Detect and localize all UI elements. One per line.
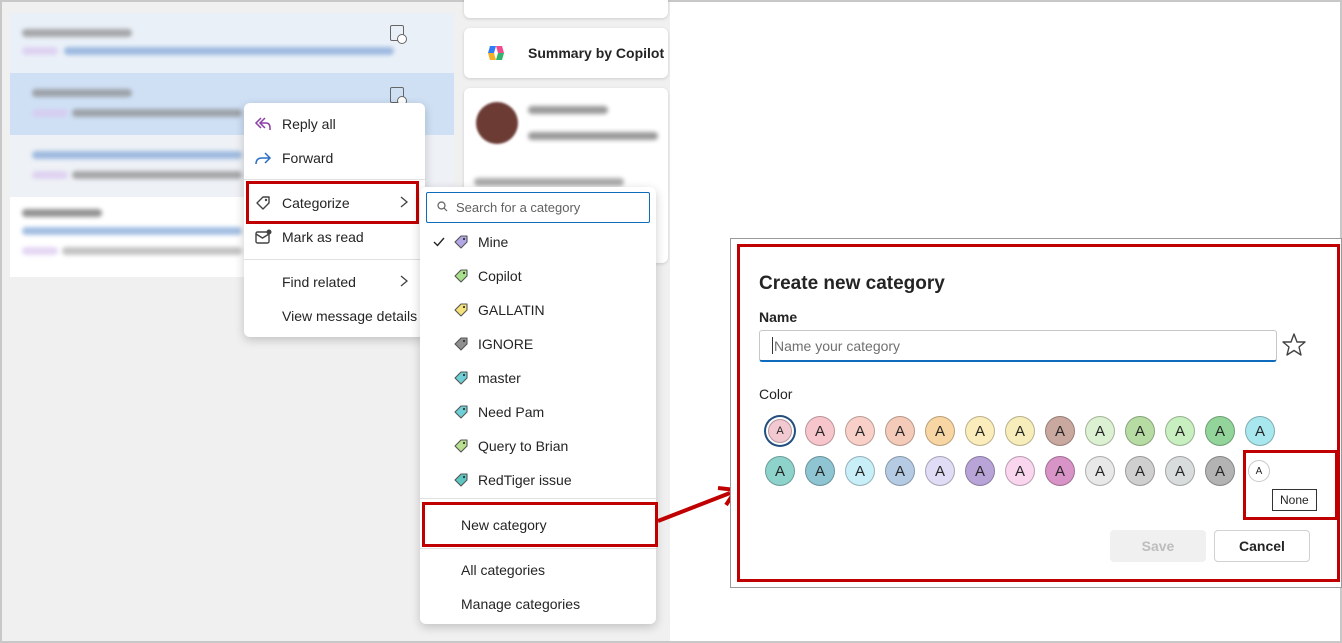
none-highlight bbox=[1243, 450, 1338, 520]
color-swatch[interactable]: A bbox=[1005, 456, 1035, 486]
save-button[interactable]: Save bbox=[1110, 530, 1206, 562]
manage-categories-item[interactable]: Manage categories bbox=[461, 596, 580, 612]
menu-divider bbox=[244, 259, 425, 260]
mark-read-icon bbox=[244, 229, 282, 245]
color-swatch[interactable]: A bbox=[1205, 456, 1235, 486]
avatar bbox=[476, 102, 518, 144]
name-label: Name bbox=[759, 309, 798, 325]
category-item-label: master bbox=[478, 370, 521, 386]
color-swatch[interactable]: A bbox=[925, 416, 955, 446]
category-name-placeholder: Name your category bbox=[774, 337, 901, 354]
color-swatch[interactable]: A bbox=[925, 456, 955, 486]
category-name-input[interactable]: Name your category bbox=[759, 330, 1277, 362]
category-item[interactable]: GALLATIN bbox=[420, 293, 656, 327]
color-swatch[interactable]: A bbox=[1045, 416, 1075, 446]
forward-icon bbox=[244, 150, 282, 166]
color-swatch[interactable]: A bbox=[965, 416, 995, 446]
color-swatch[interactable]: A bbox=[1125, 416, 1155, 446]
color-swatch[interactable]: A bbox=[805, 416, 835, 446]
category-tag-icon bbox=[452, 437, 478, 455]
color-swatch[interactable]: A bbox=[1245, 416, 1275, 446]
color-swatch[interactable]: A bbox=[1085, 416, 1115, 446]
menu-find-related-label: Find related bbox=[282, 274, 356, 290]
dialog-title: Create new category bbox=[759, 273, 945, 294]
category-tag-icon bbox=[452, 369, 478, 387]
category-item-label: GALLATIN bbox=[478, 302, 545, 318]
color-swatch[interactable]: A bbox=[1205, 416, 1235, 446]
attachment-icon bbox=[390, 87, 407, 106]
category-tag-icon bbox=[452, 471, 478, 489]
menu-divider bbox=[244, 179, 425, 180]
category-item-label: Query to Brian bbox=[478, 438, 569, 454]
category-item-label: RedTiger issue bbox=[478, 472, 572, 488]
menu-find-related[interactable]: Find related bbox=[244, 265, 425, 299]
all-categories-item[interactable]: All categories bbox=[461, 562, 545, 578]
categorize-highlight bbox=[246, 181, 419, 224]
menu-view-message-details-label: View message details bbox=[282, 308, 418, 324]
category-item[interactable]: Copilot bbox=[420, 259, 656, 293]
category-item-label: Mine bbox=[478, 234, 509, 250]
color-swatch[interactable]: A bbox=[1005, 416, 1035, 446]
color-swatch[interactable]: A bbox=[885, 416, 915, 446]
category-item[interactable]: Mine bbox=[420, 225, 656, 259]
category-submenu: Search for a category Mine Copilot GALLATI… bbox=[420, 187, 656, 624]
color-swatch[interactable]: A bbox=[768, 419, 792, 443]
text-caret bbox=[772, 337, 773, 354]
checkmark-icon bbox=[420, 237, 452, 247]
category-tag-icon bbox=[452, 267, 478, 285]
category-tag-icon bbox=[452, 335, 478, 353]
copilot-summary-card[interactable]: Summary by Copilot bbox=[464, 28, 668, 78]
color-swatch[interactable]: A bbox=[805, 456, 835, 486]
category-item-label: IGNORE bbox=[478, 336, 534, 352]
menu-reply-all[interactable]: Reply all bbox=[244, 107, 425, 141]
color-label: Color bbox=[759, 386, 793, 402]
color-swatch[interactable]: A bbox=[765, 456, 795, 486]
color-swatch[interactable]: A bbox=[845, 416, 875, 446]
category-item[interactable]: master bbox=[420, 361, 656, 395]
copilot-icon bbox=[488, 46, 504, 60]
attachment-icon bbox=[390, 25, 407, 44]
color-swatch[interactable]: A bbox=[885, 456, 915, 486]
menu-view-message-details[interactable]: View message details bbox=[244, 299, 425, 333]
category-item-label: Need Pam bbox=[478, 404, 545, 420]
color-swatch[interactable]: A bbox=[845, 456, 875, 486]
star-icon[interactable] bbox=[1281, 332, 1307, 358]
message-row[interactable] bbox=[10, 13, 454, 73]
new-category-highlight bbox=[422, 502, 658, 547]
color-swatch[interactable]: A bbox=[1045, 456, 1075, 486]
category-item[interactable]: Need Pam bbox=[420, 395, 656, 429]
category-tag-icon bbox=[452, 403, 478, 421]
create-category-dialog: Create new category Name Name your categ… bbox=[737, 244, 1340, 582]
color-swatch[interactable]: A bbox=[965, 456, 995, 486]
category-item[interactable]: RedTiger issue bbox=[420, 463, 656, 497]
copilot-summary-label: Summary by Copilot bbox=[528, 45, 665, 61]
color-swatch[interactable]: A bbox=[1085, 456, 1115, 486]
category-item[interactable]: IGNORE bbox=[420, 327, 656, 361]
arrow-annotation bbox=[657, 486, 738, 523]
category-tag-icon bbox=[452, 301, 478, 319]
reply-all-icon bbox=[244, 116, 282, 132]
menu-reply-all-label: Reply all bbox=[282, 116, 336, 132]
menu-mark-as-read[interactable]: Mark as read bbox=[244, 220, 425, 254]
menu-forward[interactable]: Forward bbox=[244, 141, 425, 175]
cancel-button[interactable]: Cancel bbox=[1214, 530, 1310, 562]
category-item[interactable]: Query to Brian bbox=[420, 429, 656, 463]
summary-card-top bbox=[464, 0, 668, 18]
color-swatch[interactable]: A bbox=[1165, 456, 1195, 486]
menu-forward-label: Forward bbox=[282, 150, 334, 166]
color-swatch[interactable]: A bbox=[1125, 456, 1155, 486]
color-swatch[interactable]: A bbox=[1165, 416, 1195, 446]
category-search-placeholder: Search for a category bbox=[456, 200, 581, 215]
category-tag-icon bbox=[452, 233, 478, 251]
menu-mark-as-read-label: Mark as read bbox=[282, 229, 364, 245]
category-search-input[interactable]: Search for a category bbox=[426, 192, 650, 223]
search-icon bbox=[437, 200, 448, 215]
category-item-label: Copilot bbox=[478, 268, 522, 284]
menu-divider bbox=[420, 548, 656, 549]
menu-divider bbox=[420, 498, 656, 499]
